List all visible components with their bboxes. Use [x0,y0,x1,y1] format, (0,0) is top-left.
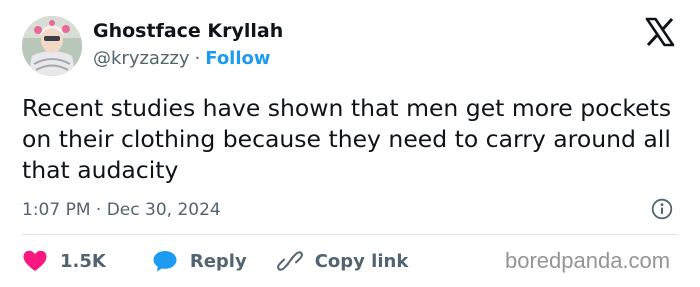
divider [22,234,678,235]
tweet-timestamp[interactable]: 1:07 PM · Dec 30, 2024 [22,200,221,220]
reply-label: Reply [189,250,247,272]
copy-link-button[interactable]: Copy link [276,249,409,273]
author-display-name[interactable]: Ghostface Kryllah [93,20,283,42]
like-count: 1.5K [60,250,106,272]
author-handle[interactable]: @kryzazzy [93,48,190,69]
action-bar: 1.5K Reply Copy link [22,246,408,276]
like-button[interactable]: 1.5K [22,249,106,273]
copy-link-label: Copy link [314,250,409,272]
author-handle-row: @kryzazzy · Follow [93,48,271,69]
heart-icon [23,250,47,271]
tweet-text: Recent studies have shown that men get m… [22,94,672,184]
avatar[interactable] [22,16,82,76]
info-icon[interactable] [651,198,673,220]
follow-button[interactable]: Follow [205,48,270,69]
link-icon [276,251,303,271]
watermark: boredpanda.com [505,248,671,273]
x-logo-icon[interactable] [645,17,675,47]
speech-bubble-icon [153,251,177,272]
avatar-image [22,16,82,76]
reply-button[interactable]: Reply [152,249,247,273]
separator-dot: · [194,48,201,69]
